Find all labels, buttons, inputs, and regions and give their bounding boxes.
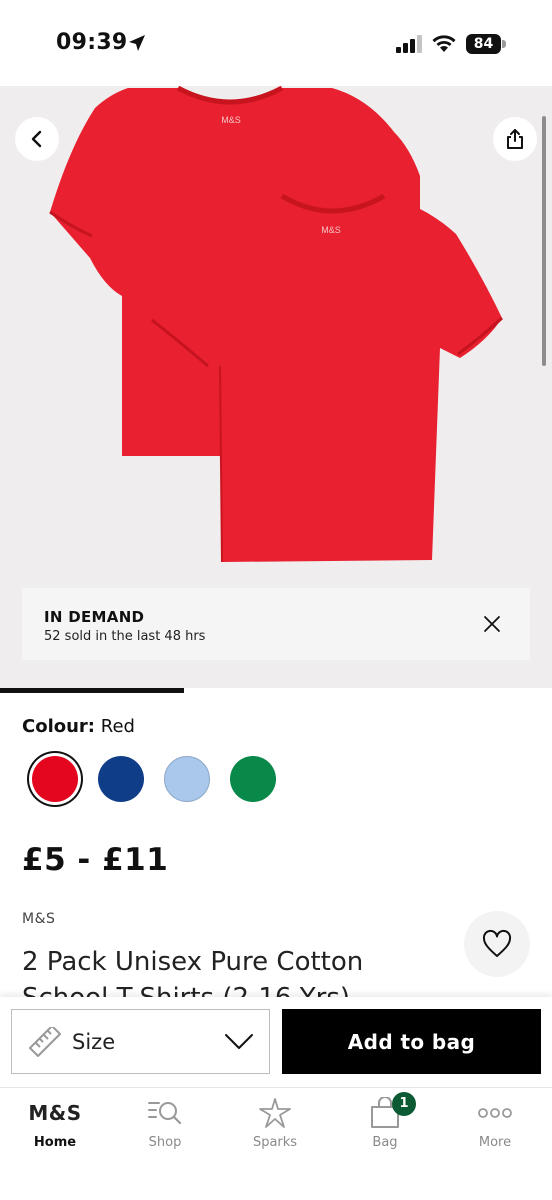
sparks-star-icon [259, 1098, 291, 1128]
image-progress-fill [0, 688, 184, 693]
product-image-carousel[interactable]: M&S M&S IN DEMAND 52 sold in the last 48… [0, 86, 552, 688]
product-title: 2 Pack Unisex Pure Cotton School T-Shirt… [22, 947, 364, 998]
wishlist-button[interactable] [464, 911, 530, 977]
swatch-light-blue[interactable] [164, 756, 210, 802]
ruler-icon [29, 1027, 61, 1057]
tab-more[interactable]: More [440, 1088, 550, 1158]
shirt-logo-back: M&S [221, 115, 241, 125]
shirt-logo-front: M&S [321, 225, 341, 235]
battery-icon: 84 [466, 34, 506, 54]
size-select[interactable]: Size [11, 1009, 270, 1074]
status-time: 09:39 [56, 30, 128, 55]
price: £5 - £11 [22, 842, 169, 878]
swatch-navy[interactable] [98, 756, 144, 802]
image-progress-track [0, 688, 552, 693]
tab-bag[interactable]: 1 Bag [330, 1088, 440, 1158]
banner-title: IN DEMAND [44, 608, 145, 626]
colour-value: Red [100, 716, 135, 737]
ms-logo-icon: M&S [28, 1101, 82, 1125]
in-demand-banner: IN DEMAND 52 sold in the last 48 hrs [22, 588, 530, 660]
close-icon[interactable] [482, 614, 502, 634]
bottom-tab-bar: M&S Home Shop Sparks 1 Bag More [0, 1087, 552, 1200]
tab-label: Sparks [252, 1135, 298, 1150]
heart-icon [482, 930, 512, 957]
swatch-green[interactable] [230, 756, 276, 802]
share-icon [507, 129, 523, 149]
chevron-left-icon [31, 130, 42, 148]
sticky-action-bar: Size Add to bag [0, 997, 552, 1087]
tab-label: Bag [372, 1135, 398, 1150]
scroll-indicator [542, 116, 546, 366]
add-to-bag-button[interactable]: Add to bag [282, 1009, 541, 1074]
tab-sparks[interactable]: Sparks [220, 1088, 330, 1158]
tab-home[interactable]: M&S Home [0, 1088, 110, 1158]
search-list-icon [148, 1102, 182, 1125]
tab-label: Shop [148, 1135, 182, 1150]
tab-label: More [478, 1135, 512, 1150]
share-button[interactable] [493, 117, 537, 161]
bag-count-badge: 1 [392, 1092, 416, 1116]
status-bar: 09:39 84 [0, 0, 552, 86]
chevron-down-icon [225, 1034, 253, 1049]
swatch-red[interactable] [32, 756, 78, 802]
tab-label: Home [33, 1135, 77, 1150]
wifi-icon [432, 35, 456, 52]
colour-label-row: Colour: Red [22, 716, 135, 737]
size-label: Size [72, 1030, 116, 1054]
battery-level: 84 [466, 34, 501, 54]
tab-shop[interactable]: Shop [110, 1088, 220, 1158]
brand-name: M&S [22, 911, 56, 927]
colour-label: Colour: [22, 716, 96, 737]
back-button[interactable] [15, 117, 59, 161]
more-dots-icon [478, 1108, 512, 1118]
banner-subtitle: 52 sold in the last 48 hrs [44, 629, 206, 644]
location-arrow-icon [129, 35, 145, 51]
cellular-signal-icon [396, 35, 422, 53]
